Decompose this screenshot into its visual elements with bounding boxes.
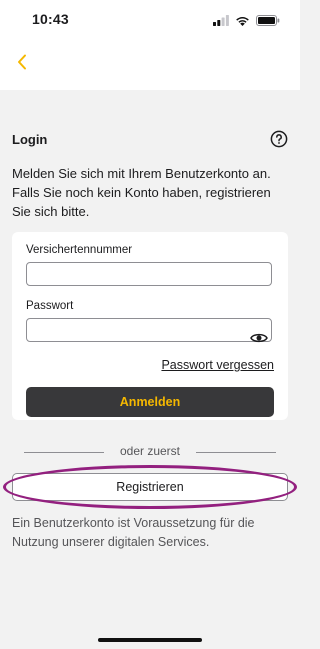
page-title: Login <box>12 132 48 147</box>
status-time: 10:43 <box>32 11 69 27</box>
insurance-number-label: Versichertennummer <box>26 244 133 256</box>
status-icons <box>213 13 280 31</box>
back-button[interactable] <box>10 52 34 76</box>
divider: oder zuerst <box>24 444 276 459</box>
show-password-button[interactable] <box>250 331 268 345</box>
insurance-number-input[interactable] <box>26 262 272 286</box>
login-button[interactable]: Anmelden <box>26 387 274 417</box>
help-button[interactable] <box>270 130 288 148</box>
title-row: Login <box>12 130 288 152</box>
divider-text: oder zuerst <box>119 444 181 458</box>
login-card: Versichertennummer Passwort Passwort ver… <box>12 232 288 420</box>
chevron-left-icon <box>17 54 27 75</box>
status-bar: 10:43 <box>0 0 300 40</box>
register-button[interactable]: Registrieren <box>12 473 288 501</box>
question-circle-icon <box>270 130 288 148</box>
signal-icon <box>213 13 229 31</box>
nav-bar <box>0 40 300 90</box>
intro-text: Melden Sie sich mit Ihrem Benutzerkonto … <box>12 166 271 219</box>
home-indicator[interactable] <box>98 638 202 642</box>
divider-line-right <box>196 452 276 453</box>
forgot-password-link[interactable]: Passwort vergessen <box>161 358 274 372</box>
password-label: Passwort <box>26 300 74 312</box>
eye-icon <box>250 333 268 343</box>
password-input[interactable] <box>26 318 272 342</box>
login-screen: Login Melden Sie sich mit Ihrem Benutzer… <box>0 90 300 649</box>
footer-note: Ein Benutzerkonto ist Voraussetzung für … <box>12 516 255 549</box>
wifi-icon <box>235 13 250 31</box>
battery-icon <box>256 13 280 31</box>
